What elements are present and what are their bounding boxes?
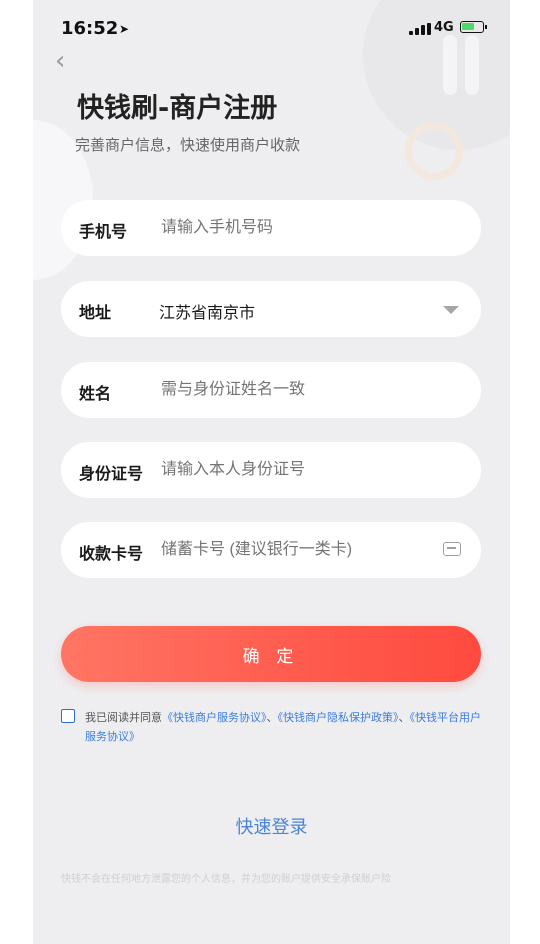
location-arrow-icon: ➤ bbox=[119, 22, 130, 36]
card-number-label: 收款卡号 bbox=[79, 544, 144, 563]
quick-login-link[interactable]: 快速登录 bbox=[33, 813, 510, 839]
dropdown-triangle-icon[interactable] bbox=[443, 306, 459, 314]
agreement-separator: 、 bbox=[266, 711, 278, 724]
agreement-checkbox[interactable] bbox=[61, 709, 75, 723]
signal-bars-icon bbox=[409, 23, 431, 35]
agreement-text: 我已阅读并同意《快钱商户服务协议》、《快钱商户隐私保护政策》、《快钱平台用户服务… bbox=[85, 708, 481, 746]
service-agreement-link[interactable]: 《快钱商户服务协议》 bbox=[162, 711, 267, 724]
card-number-input[interactable] bbox=[159, 540, 443, 560]
address-value[interactable]: 江苏省南京市 bbox=[159, 299, 255, 323]
name-field[interactable]: 姓名 bbox=[61, 362, 481, 418]
card-number-field[interactable]: 收款卡号 bbox=[61, 522, 481, 578]
agreement-separator: 、 bbox=[398, 711, 410, 724]
back-button[interactable]: ‹ bbox=[55, 48, 77, 74]
address-field[interactable]: 地址 江苏省南京市 bbox=[61, 281, 481, 337]
privacy-policy-link[interactable]: 《快钱商户隐私保护政策》 bbox=[278, 711, 399, 724]
card-scan-icon[interactable] bbox=[443, 542, 461, 556]
chevron-left-icon: ‹ bbox=[55, 46, 66, 76]
app-screen: 16:52 ➤ 4G ‹ 快钱刷-商户注册 完善商户信息，快速使用商户收款 手机… bbox=[33, 0, 510, 944]
id-number-label: 身份证号 bbox=[79, 464, 144, 483]
coin-decoration bbox=[405, 122, 463, 180]
footer-note: 快钱不会在任何地方泄露您的个人信息，并为您的账户提供安全承保账户险 bbox=[61, 874, 391, 885]
id-number-input[interactable] bbox=[159, 460, 443, 480]
phone-field[interactable]: 手机号 bbox=[61, 200, 481, 256]
page-subtitle: 完善商户信息，快速使用商户收款 bbox=[75, 136, 301, 154]
address-label: 地址 bbox=[79, 303, 112, 322]
agreement-prefix: 我已阅读并同意 bbox=[85, 711, 162, 724]
name-input[interactable] bbox=[159, 380, 443, 400]
page-title: 快钱刷-商户注册 bbox=[77, 93, 278, 124]
name-label: 姓名 bbox=[79, 384, 112, 403]
phone-label: 手机号 bbox=[79, 222, 128, 241]
status-bar: 16:52 ➤ 4G bbox=[33, 0, 510, 56]
network-type: 4G bbox=[434, 20, 454, 35]
id-number-field[interactable]: 身份证号 bbox=[61, 442, 481, 498]
phone-input[interactable] bbox=[159, 218, 443, 238]
confirm-button[interactable]: 确 定 bbox=[61, 626, 481, 682]
battery-charging-icon bbox=[460, 21, 487, 33]
status-time: 16:52 bbox=[61, 18, 119, 39]
